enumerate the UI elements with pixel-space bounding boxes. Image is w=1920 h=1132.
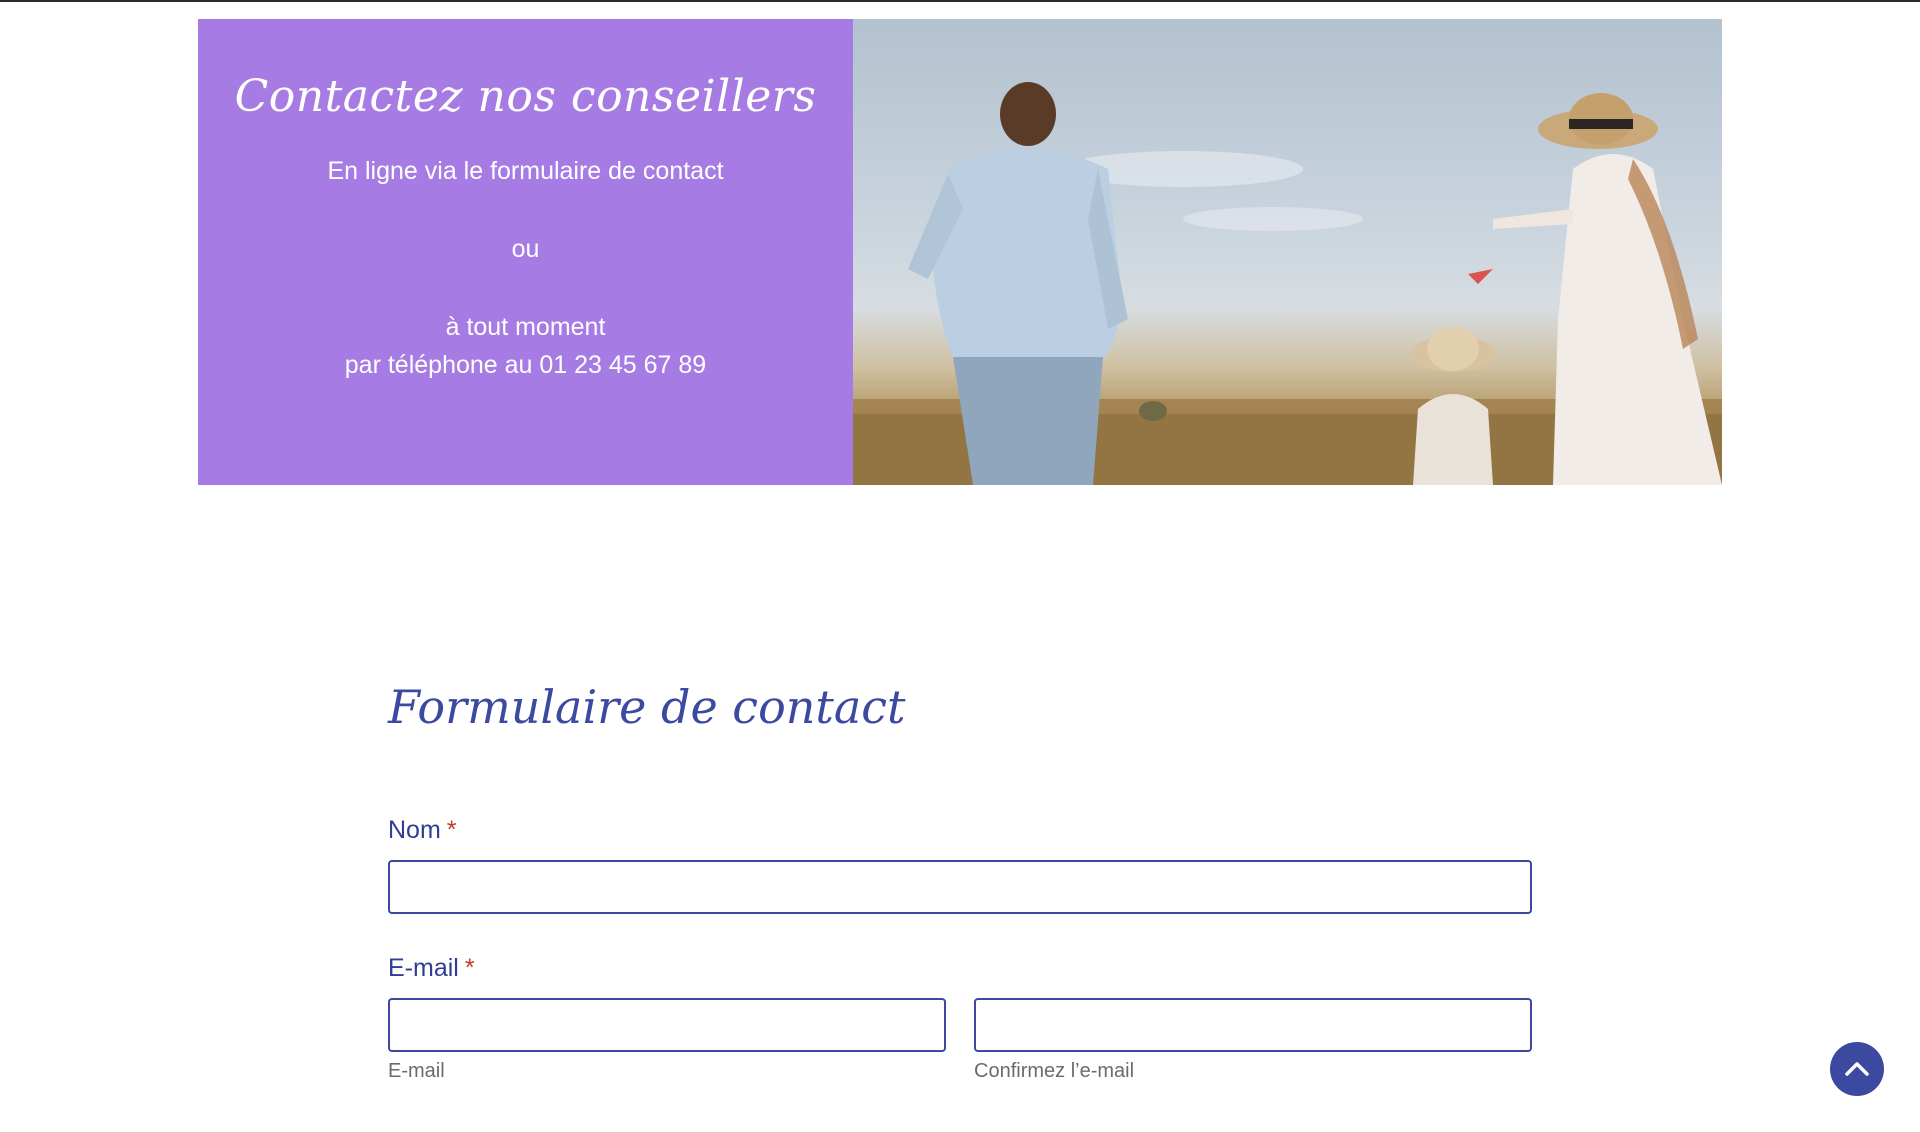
hero-title: Contactez nos conseillers bbox=[234, 71, 817, 122]
name-label-text: Nom bbox=[388, 816, 441, 844]
family-photo bbox=[853, 19, 1722, 485]
hero-line-online: En ligne via le formulaire de contact bbox=[327, 156, 724, 185]
email-col: E-mail bbox=[388, 998, 946, 1084]
required-marker: * bbox=[464, 954, 475, 982]
hero-line-anytime: à tout moment bbox=[445, 312, 606, 341]
email-confirm-sublabel: Confirmez l’e-mail bbox=[974, 1060, 1135, 1082]
name-label: Nom * bbox=[388, 814, 1532, 846]
email-label: E-mail * bbox=[388, 952, 1532, 984]
email-row: E-mail Confirmez l’e-mail bbox=[388, 998, 1532, 1084]
name-field-group: Nom * bbox=[388, 814, 1532, 914]
family-photo-illustration bbox=[853, 82, 1722, 485]
email-confirm-col: Confirmez l’e-mail bbox=[974, 998, 1532, 1084]
contact-hero: Contactez nos conseillers En ligne via l… bbox=[198, 19, 1722, 485]
email-confirm-input[interactable] bbox=[974, 998, 1532, 1052]
top-border bbox=[0, 0, 1920, 2]
contact-form: Formulaire de contact Nom * E-mail * E-mai… bbox=[388, 680, 1532, 1084]
form-title: Formulaire de contact bbox=[388, 680, 906, 734]
email-input[interactable] bbox=[388, 998, 946, 1052]
email-field-group: E-mail * E-mail Confirmez l’e-mail bbox=[388, 952, 1532, 1084]
chevron-up-icon bbox=[1845, 1062, 1869, 1076]
scroll-to-top-button[interactable] bbox=[1830, 1042, 1884, 1096]
hero-line-or: ou bbox=[511, 234, 540, 263]
email-sublabel: E-mail bbox=[388, 1060, 445, 1082]
hero-line-phone: par téléphone au 01 23 45 67 89 bbox=[344, 350, 707, 379]
required-marker: * bbox=[446, 816, 457, 844]
name-input[interactable] bbox=[388, 860, 1532, 914]
email-label-text: E-mail bbox=[388, 954, 459, 982]
hero-text-panel: Contactez nos conseillers En ligne via l… bbox=[198, 19, 853, 485]
